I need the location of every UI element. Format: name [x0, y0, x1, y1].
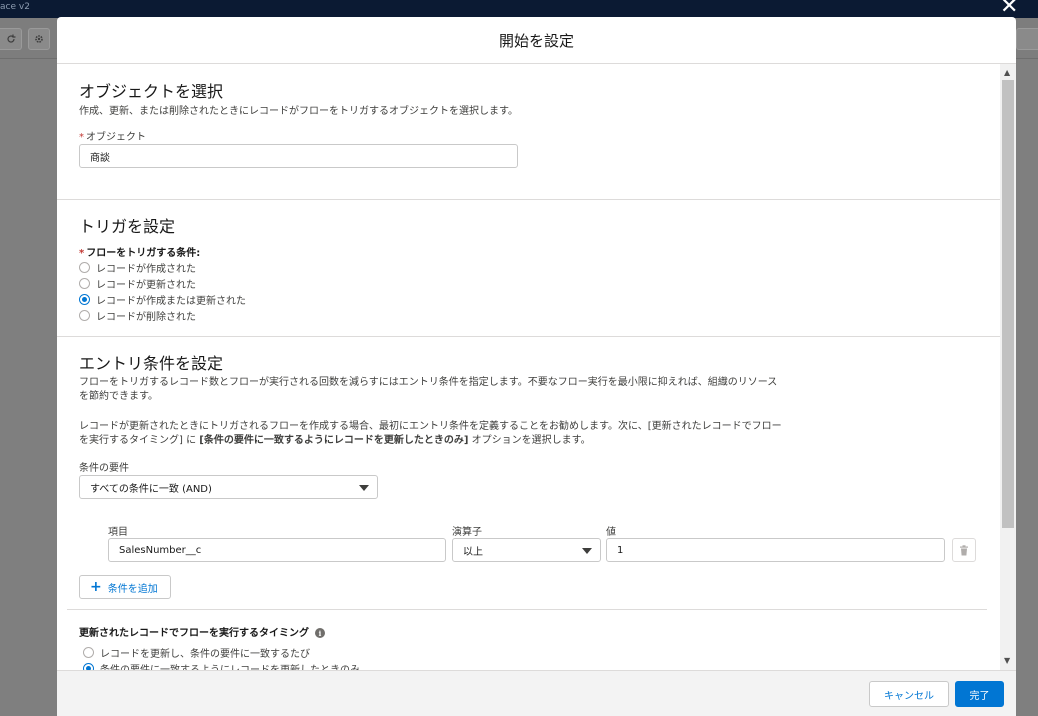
settings-button[interactable] [28, 28, 50, 50]
scrollbar-thumb[interactable] [1002, 80, 1014, 528]
scroll-down-arrow-icon[interactable]: ▼ [1004, 656, 1010, 665]
object-field-label: * オブジェクト [79, 132, 146, 143]
condition-field-label: 項目 [108, 527, 128, 538]
condition-value-input[interactable]: 1 [606, 538, 945, 562]
app-title: ace v2 [0, 2, 30, 12]
trash-icon [960, 544, 968, 555]
radio-button[interactable] [79, 262, 90, 273]
entry-note-line1: レコードが更新されたときにトリガされるフローを作成する場合、最初にエントリ条件を… [79, 421, 782, 432]
entry-note-line2: を実行するタイミング] に [条件の要件に一致するようにレコードを更新したときの… [79, 435, 591, 446]
radio-button[interactable] [79, 278, 90, 289]
modal-footer: キャンセル 完了 [57, 670, 1016, 716]
delete-condition-button[interactable] [952, 538, 976, 562]
radio-button-checked[interactable] [79, 294, 90, 305]
close-icon[interactable]: ✕ [1000, 0, 1018, 18]
chevron-down-icon [359, 485, 369, 491]
trigger-option-updated[interactable]: レコードが更新された [79, 276, 196, 291]
app-top-bar: ace v2 [0, 0, 1038, 18]
cancel-button[interactable]: キャンセル [869, 681, 949, 707]
object-section-title: オブジェクトを選択 [79, 82, 224, 101]
modal-scrollbar[interactable]: ▲ ▼ [1000, 64, 1016, 670]
trigger-field-label: * フローをトリガする条件: [79, 248, 201, 259]
condition-operator-select[interactable]: 以上 [452, 538, 601, 562]
timing-option-every-update[interactable]: レコードを更新し、条件の要件に一致するたび [83, 645, 310, 660]
radio-button[interactable] [83, 647, 94, 658]
radio-button-checked[interactable] [83, 663, 94, 670]
condition-field-input[interactable]: SalesNumber__c [108, 538, 446, 562]
plus-icon: + [90, 579, 102, 595]
section-divider [67, 609, 987, 610]
trigger-option-created-or-updated[interactable]: レコードが作成または更新された [79, 292, 246, 307]
timing-option-only-when-met[interactable]: 条件の要件に一致するようにレコードを更新したときのみ [83, 661, 360, 670]
add-condition-button[interactable]: + 条件を追加 [79, 575, 171, 599]
scroll-up-arrow-icon[interactable]: ▲ [1004, 68, 1010, 77]
radio-button[interactable] [79, 310, 90, 321]
object-section-description: 作成、更新、または削除されたときにレコードがフローをトリガするオブジェクトを選択… [79, 106, 518, 117]
entry-note-bold: [条件の要件に一致するようにレコードを更新したときのみ] [199, 435, 469, 446]
modal-header: 開始を設定 [57, 17, 1016, 64]
section-divider [57, 336, 1000, 337]
redo-icon [6, 34, 15, 43]
entry-description-line1: フローをトリガするレコード数とフローが実行される回数を減らすにはエントリ条件を指… [79, 377, 778, 388]
modal-title: 開始を設定 [498, 31, 574, 50]
modal-body: オブジェクトを選択 作成、更新、または削除されたときにレコードがフローをトリガす… [57, 64, 1016, 670]
trigger-section-title: トリガを設定 [79, 217, 176, 236]
timing-label: 更新されたレコードでフローを実行するタイミング i [79, 624, 325, 639]
trigger-option-created[interactable]: レコードが作成された [79, 260, 196, 275]
app-right-button[interactable] [1016, 28, 1038, 50]
chevron-down-icon [582, 548, 592, 554]
section-divider [57, 199, 1000, 200]
trigger-option-deleted[interactable]: レコードが削除された [79, 308, 196, 323]
redo-button[interactable] [0, 28, 22, 50]
info-icon[interactable]: i [315, 628, 325, 638]
done-button[interactable]: 完了 [955, 681, 1004, 707]
condition-value-label: 値 [606, 527, 616, 538]
object-input[interactable]: 商談 [79, 144, 518, 168]
gear-icon [35, 35, 43, 43]
entry-section-title: エントリ条件を設定 [79, 354, 224, 373]
requirement-select[interactable]: すべての条件に一致 (AND) [79, 475, 378, 499]
requirement-label: 条件の要件 [79, 463, 129, 474]
start-config-modal: 開始を設定 オブジェクトを選択 作成、更新、または削除されたときにレコードがフロ… [57, 17, 1016, 716]
condition-operator-label: 演算子 [452, 527, 482, 538]
entry-description-line2: を節約できます。 [79, 391, 158, 402]
